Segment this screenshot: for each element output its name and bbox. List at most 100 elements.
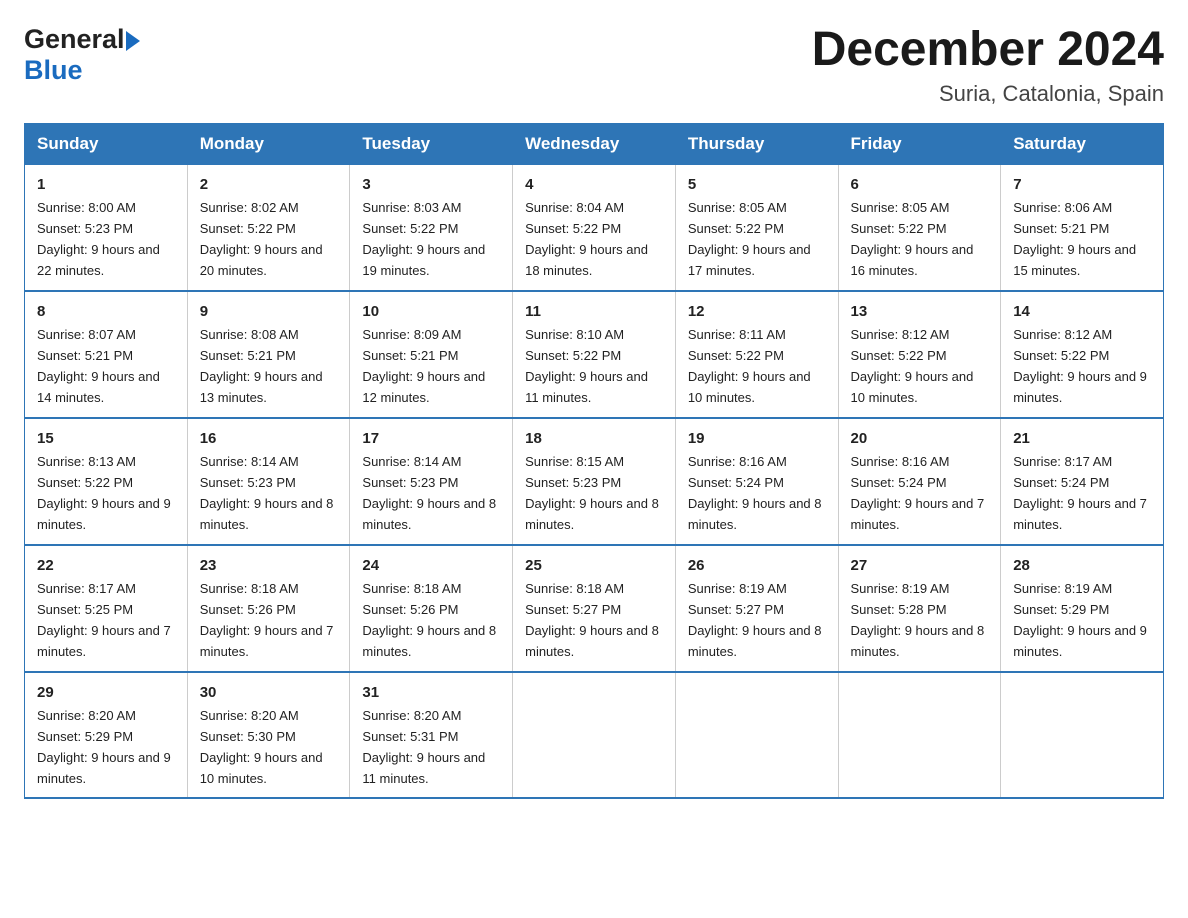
day-number: 5	[688, 173, 826, 196]
col-saturday: Saturday	[1001, 123, 1164, 164]
day-sunset: Sunset: 5:23 PM	[525, 475, 621, 490]
calendar-day-cell: 22Sunrise: 8:17 AMSunset: 5:25 PMDayligh…	[25, 545, 188, 672]
day-daylight: Daylight: 9 hours and 8 minutes.	[362, 623, 496, 659]
day-number: 12	[688, 300, 826, 323]
calendar-day-cell: 13Sunrise: 8:12 AMSunset: 5:22 PMDayligh…	[838, 291, 1001, 418]
calendar-day-cell: 9Sunrise: 8:08 AMSunset: 5:21 PMDaylight…	[187, 291, 350, 418]
day-number: 21	[1013, 427, 1151, 450]
day-daylight: Daylight: 9 hours and 15 minutes.	[1013, 242, 1136, 278]
calendar-day-cell: 30Sunrise: 8:20 AMSunset: 5:30 PMDayligh…	[187, 672, 350, 799]
day-number: 28	[1013, 554, 1151, 577]
calendar-week-row: 15Sunrise: 8:13 AMSunset: 5:22 PMDayligh…	[25, 418, 1164, 545]
calendar-day-cell	[838, 672, 1001, 799]
calendar-day-cell	[675, 672, 838, 799]
calendar-day-cell: 5Sunrise: 8:05 AMSunset: 5:22 PMDaylight…	[675, 164, 838, 290]
day-sunset: Sunset: 5:22 PM	[525, 221, 621, 236]
day-sunrise: Sunrise: 8:11 AM	[688, 327, 786, 342]
calendar-day-cell: 28Sunrise: 8:19 AMSunset: 5:29 PMDayligh…	[1001, 545, 1164, 672]
calendar-day-cell	[1001, 672, 1164, 799]
day-sunrise: Sunrise: 8:05 AM	[851, 200, 950, 215]
calendar-day-cell: 26Sunrise: 8:19 AMSunset: 5:27 PMDayligh…	[675, 545, 838, 672]
day-sunset: Sunset: 5:23 PM	[37, 221, 133, 236]
day-number: 6	[851, 173, 989, 196]
day-sunset: Sunset: 5:22 PM	[362, 221, 458, 236]
day-daylight: Daylight: 9 hours and 10 minutes.	[688, 369, 811, 405]
calendar-header-row: Sunday Monday Tuesday Wednesday Thursday…	[25, 123, 1164, 164]
day-sunset: Sunset: 5:22 PM	[851, 348, 947, 363]
calendar-day-cell: 23Sunrise: 8:18 AMSunset: 5:26 PMDayligh…	[187, 545, 350, 672]
day-daylight: Daylight: 9 hours and 13 minutes.	[200, 369, 323, 405]
calendar-day-cell: 8Sunrise: 8:07 AMSunset: 5:21 PMDaylight…	[25, 291, 188, 418]
day-sunrise: Sunrise: 8:20 AM	[200, 708, 299, 723]
logo-arrow-icon	[126, 31, 140, 51]
day-number: 30	[200, 681, 338, 704]
day-daylight: Daylight: 9 hours and 8 minutes.	[851, 623, 985, 659]
day-sunrise: Sunrise: 8:10 AM	[525, 327, 624, 342]
day-sunrise: Sunrise: 8:12 AM	[851, 327, 950, 342]
day-daylight: Daylight: 9 hours and 18 minutes.	[525, 242, 648, 278]
day-sunrise: Sunrise: 8:03 AM	[362, 200, 461, 215]
col-sunday: Sunday	[25, 123, 188, 164]
day-number: 1	[37, 173, 175, 196]
day-number: 27	[851, 554, 989, 577]
calendar-week-row: 22Sunrise: 8:17 AMSunset: 5:25 PMDayligh…	[25, 545, 1164, 672]
day-sunset: Sunset: 5:24 PM	[1013, 475, 1109, 490]
day-daylight: Daylight: 9 hours and 7 minutes.	[200, 623, 334, 659]
day-daylight: Daylight: 9 hours and 9 minutes.	[1013, 623, 1147, 659]
day-sunrise: Sunrise: 8:17 AM	[37, 581, 136, 596]
day-sunrise: Sunrise: 8:18 AM	[525, 581, 624, 596]
logo: General Blue	[24, 24, 141, 86]
day-sunrise: Sunrise: 8:15 AM	[525, 454, 624, 469]
day-sunrise: Sunrise: 8:17 AM	[1013, 454, 1112, 469]
day-sunrise: Sunrise: 8:19 AM	[688, 581, 787, 596]
day-sunset: Sunset: 5:21 PM	[200, 348, 296, 363]
day-sunset: Sunset: 5:22 PM	[851, 221, 947, 236]
day-sunrise: Sunrise: 8:00 AM	[37, 200, 136, 215]
calendar-week-row: 1 Sunrise: 8:00 AM Sunset: 5:23 PM Daylight…	[25, 164, 1164, 290]
day-sunset: Sunset: 5:22 PM	[37, 475, 133, 490]
day-number: 7	[1013, 173, 1151, 196]
calendar-day-cell: 17Sunrise: 8:14 AMSunset: 5:23 PMDayligh…	[350, 418, 513, 545]
col-thursday: Thursday	[675, 123, 838, 164]
day-sunrise: Sunrise: 8:02 AM	[200, 200, 299, 215]
day-number: 29	[37, 681, 175, 704]
day-daylight: Daylight: 9 hours and 8 minutes.	[525, 496, 659, 532]
location-subtitle: Suria, Catalonia, Spain	[812, 81, 1164, 107]
calendar-day-cell: 12Sunrise: 8:11 AMSunset: 5:22 PMDayligh…	[675, 291, 838, 418]
day-daylight: Daylight: 9 hours and 12 minutes.	[362, 369, 485, 405]
day-sunrise: Sunrise: 8:08 AM	[200, 327, 299, 342]
calendar-day-cell: 6Sunrise: 8:05 AMSunset: 5:22 PMDaylight…	[838, 164, 1001, 290]
day-sunrise: Sunrise: 8:19 AM	[1013, 581, 1112, 596]
day-sunrise: Sunrise: 8:20 AM	[37, 708, 136, 723]
day-number: 15	[37, 427, 175, 450]
day-sunset: Sunset: 5:24 PM	[851, 475, 947, 490]
day-number: 17	[362, 427, 500, 450]
day-number: 18	[525, 427, 663, 450]
day-sunset: Sunset: 5:27 PM	[525, 602, 621, 617]
calendar-day-cell: 24Sunrise: 8:18 AMSunset: 5:26 PMDayligh…	[350, 545, 513, 672]
day-sunset: Sunset: 5:25 PM	[37, 602, 133, 617]
calendar-day-cell: 7Sunrise: 8:06 AMSunset: 5:21 PMDaylight…	[1001, 164, 1164, 290]
calendar-day-cell: 14Sunrise: 8:12 AMSunset: 5:22 PMDayligh…	[1001, 291, 1164, 418]
day-daylight: Daylight: 9 hours and 11 minutes.	[362, 750, 485, 786]
calendar-day-cell: 1 Sunrise: 8:00 AM Sunset: 5:23 PM Daylight…	[25, 164, 188, 290]
logo-general-text: General	[24, 24, 125, 55]
day-daylight: Daylight: 9 hours and 8 minutes.	[688, 623, 822, 659]
day-daylight: Daylight: 9 hours and 8 minutes.	[362, 496, 496, 532]
calendar-day-cell: 4Sunrise: 8:04 AMSunset: 5:22 PMDaylight…	[513, 164, 676, 290]
page-header: General Blue December 2024 Suria, Catalo…	[24, 24, 1164, 107]
day-sunrise: Sunrise: 8:18 AM	[362, 581, 461, 596]
day-sunrise: Sunrise: 8:14 AM	[362, 454, 461, 469]
day-daylight: Daylight: 9 hours and 22 minutes.	[37, 242, 160, 278]
day-sunrise: Sunrise: 8:16 AM	[688, 454, 787, 469]
title-section: December 2024 Suria, Catalonia, Spain	[812, 24, 1164, 107]
day-daylight: Daylight: 9 hours and 9 minutes.	[37, 496, 171, 532]
day-number: 26	[688, 554, 826, 577]
calendar-day-cell: 31Sunrise: 8:20 AMSunset: 5:31 PMDayligh…	[350, 672, 513, 799]
calendar-day-cell: 19Sunrise: 8:16 AMSunset: 5:24 PMDayligh…	[675, 418, 838, 545]
day-daylight: Daylight: 9 hours and 10 minutes.	[200, 750, 323, 786]
col-tuesday: Tuesday	[350, 123, 513, 164]
calendar-day-cell: 25Sunrise: 8:18 AMSunset: 5:27 PMDayligh…	[513, 545, 676, 672]
day-daylight: Daylight: 9 hours and 8 minutes.	[525, 623, 659, 659]
day-number: 16	[200, 427, 338, 450]
